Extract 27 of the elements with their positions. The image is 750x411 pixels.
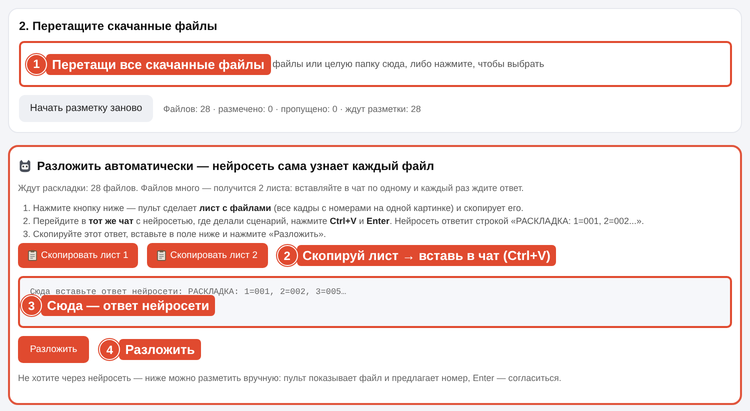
drop-zone[interactable]: 1 Перетащи все скачанные файлы файлы или целую папку сюда, либо нажмите, чтобы выбрать <box>19 41 732 87</box>
callout-label: Разложить <box>119 339 201 360</box>
drop-hint: файлы или целую папку сюда, либо нажмите, чтобы выбрать <box>272 58 544 70</box>
copy-sheet-button[interactable]: Скопировать лист 1 <box>18 243 138 268</box>
callout-number: 4 <box>99 339 120 360</box>
copy-sheet-button[interactable]: Скопировать лист 2 <box>147 243 268 268</box>
instruction-step: 3. Скопируйте этот ответ, вставьте в поле ниже и нажмите «Разложить». <box>23 229 732 239</box>
intro-text: Ждут раскладки: 28 файлов. Файлов много — получится 2 листа: вставляйте в чат по одному и каждый раз ждите ответ. <box>18 183 525 193</box>
clipboard-icon <box>157 250 166 261</box>
reset-button[interactable]: Начать разметку заново <box>19 95 154 122</box>
callout-number: 3 <box>21 295 42 316</box>
apply-button[interactable]: Разложить <box>18 336 90 363</box>
callout-label: Скопируй лист → вставь в чат (Ctrl+V) <box>296 245 556 266</box>
robot-face-icon <box>18 159 32 173</box>
instruction-step: 1. Нажмите кнопку ниже — пульт сделает лист с файлами (все кадры с номерами на одной картинке) и скопирует его. <box>23 203 732 213</box>
file-stats: Файлов: 28 · размечено: 0 · пропущено: 0 · ждут разметки: 28 <box>163 104 421 114</box>
callout-number: 1 <box>26 54 47 74</box>
clipboard-icon <box>28 250 37 261</box>
callout-label: Сюда — ответ нейросети <box>41 295 216 316</box>
instruction-step: 2. Перейдите в тот же чат с нейросетью, где делали сценарий, нажмите Ctrl+V и Enter. Нейросеть ответит строкой «РАСКЛАДКА: 1=001, 2=002...». <box>23 216 732 226</box>
manual-hint: Не хотите через нейросеть — ниже можно разметить вручную: пульт показывает файл и предлагает номер, Enter — согласиться. <box>18 373 562 383</box>
answer-placeholder: Сюда вставьте ответ нейросети: РАСКЛАДКА: 1=001, 2=002, 3=005… <box>30 287 346 297</box>
callout-label: Перетащи все скачанные файлы <box>46 54 271 74</box>
callout-number: 2 <box>276 245 298 266</box>
section-title: 2. Перетащите скачанные файлы <box>19 19 218 33</box>
section-title: Разложить автоматически — нейросеть сама узнает каждый файл <box>37 159 434 173</box>
answer-field[interactable]: Сюда вставьте ответ нейросети: РАСКЛАДКА: 1=001, 2=002, 3=005… 3 Сюда — ответ нейросети <box>18 276 732 328</box>
